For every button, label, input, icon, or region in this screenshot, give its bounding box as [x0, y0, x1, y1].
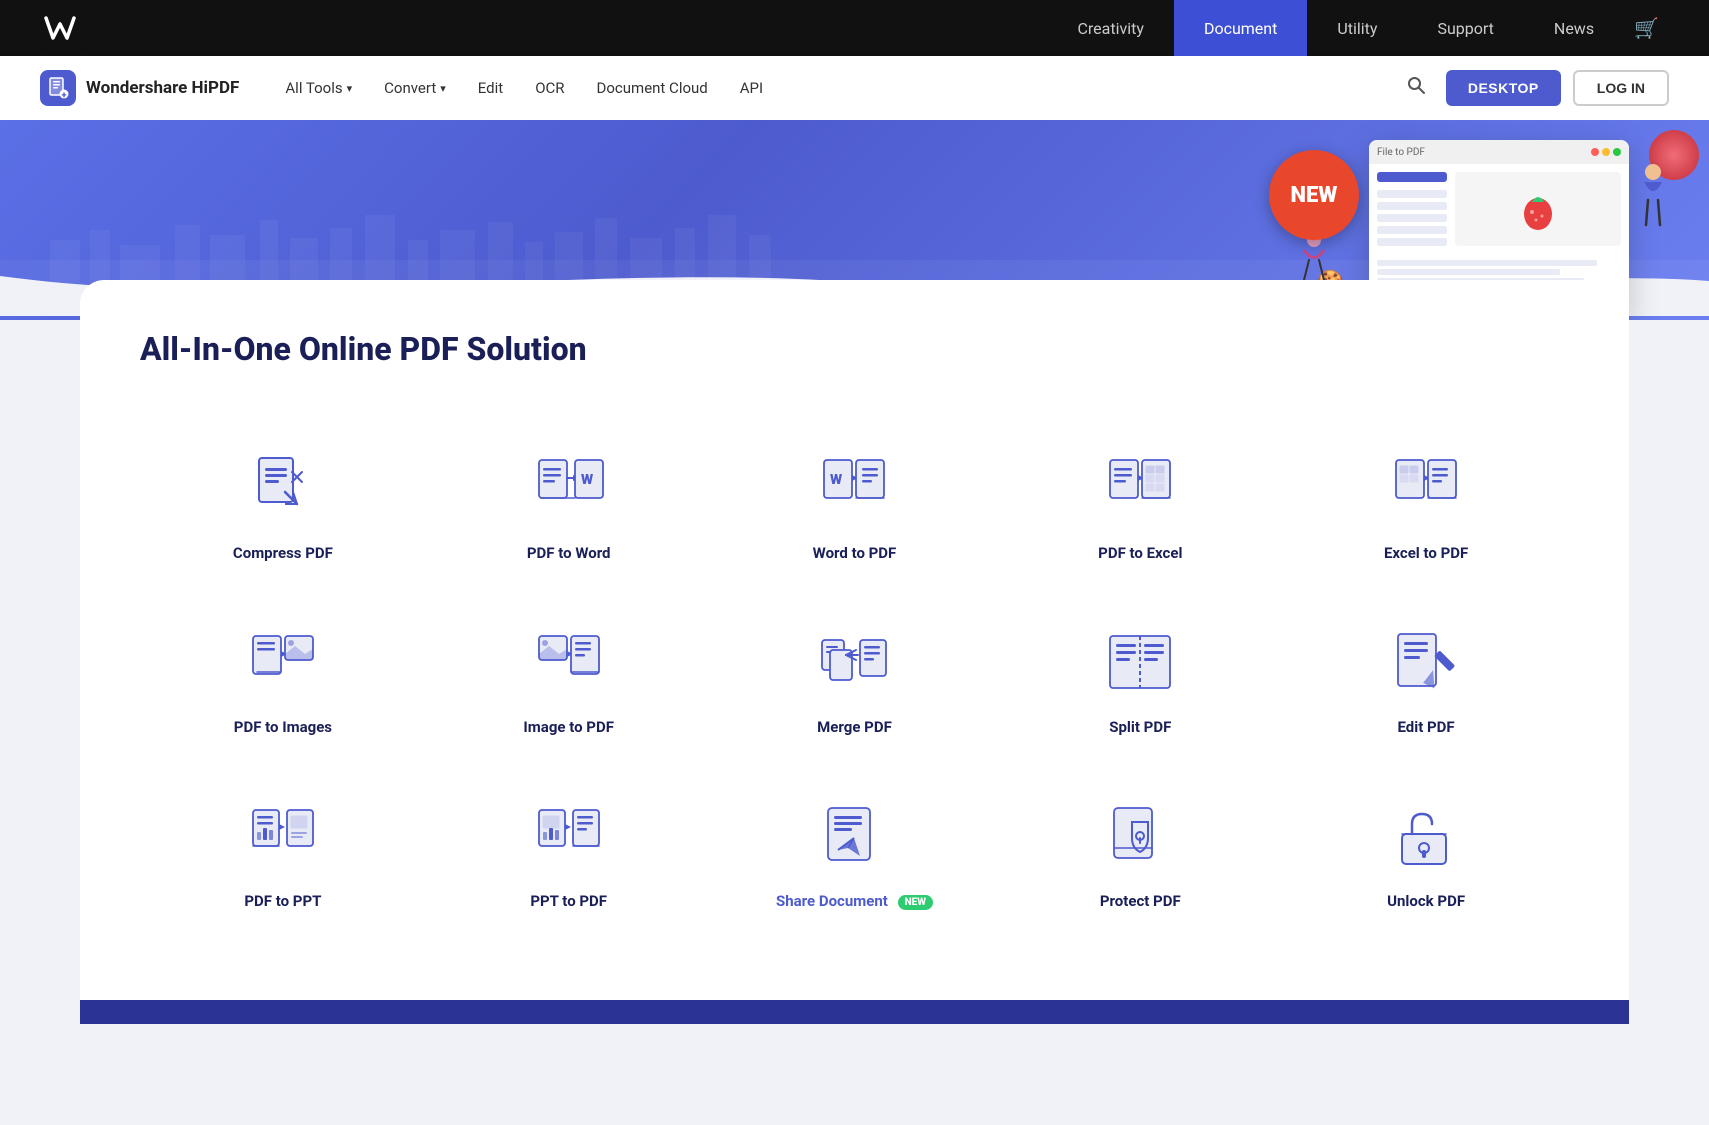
svg-text:+: + [62, 91, 67, 99]
image-to-pdf-label: Image to PDF [523, 718, 614, 736]
tool-pdf-to-word[interactable]: W PDF to Word [426, 418, 712, 592]
nav-document-cloud[interactable]: Document Cloud [581, 56, 724, 120]
nav-document[interactable]: Document [1174, 0, 1307, 56]
tool-word-to-pdf[interactable]: W Word to PDF [712, 418, 998, 592]
secondary-navigation: + Wondershare HiPDF All Tools ▾ Convert … [0, 56, 1709, 120]
pdf-to-word-icon: W [529, 448, 609, 528]
ppt-to-pdf-label: PPT to PDF [530, 892, 607, 910]
tool-unlock-pdf[interactable]: Unlock PDF [1283, 766, 1569, 940]
merge-pdf-label: Merge PDF [817, 718, 892, 736]
unlock-pdf-label: Unlock PDF [1387, 892, 1465, 910]
ppt-to-pdf-icon [529, 796, 609, 876]
tool-ppt-to-pdf[interactable]: PPT to PDF [426, 766, 712, 940]
hipdf-icon: + [40, 70, 76, 106]
pdf-to-excel-icon [1100, 448, 1180, 528]
screenshot-titlebar: File to PDF [1369, 140, 1629, 164]
split-pdf-label: Split PDF [1109, 718, 1171, 736]
cart-icon[interactable]: 🛒 [1624, 16, 1669, 40]
bottom-nav-bar [80, 1000, 1629, 1024]
share-document-new-badge: NEW [898, 895, 933, 910]
nav-creativity[interactable]: Creativity [1047, 0, 1173, 56]
nav-support[interactable]: Support [1407, 0, 1523, 56]
tool-compress-pdf[interactable]: Compress PDF [140, 418, 426, 592]
convert-chevron: ▾ [440, 82, 446, 95]
edit-pdf-icon [1386, 622, 1466, 702]
svg-text:W: W [581, 472, 593, 488]
hipdf-logo[interactable]: + Wondershare HiPDF [40, 70, 239, 106]
edit-pdf-label: Edit PDF [1398, 718, 1455, 736]
nav-news[interactable]: News [1524, 0, 1624, 56]
share-document-label: Share Document NEW [776, 892, 933, 910]
new-badge: NEW [1269, 150, 1359, 240]
nav-utility[interactable]: Utility [1307, 0, 1407, 56]
share-document-icon [814, 796, 894, 876]
tool-protect-pdf[interactable]: Protect PDF [997, 766, 1283, 940]
screenshot-sidebar [1377, 172, 1447, 246]
protect-pdf-icon [1100, 796, 1180, 876]
sec-nav-actions: DESKTOP LOG IN [1398, 70, 1669, 106]
tool-pdf-to-excel[interactable]: PDF to Excel [997, 418, 1283, 592]
nav-ocr[interactable]: OCR [519, 56, 580, 120]
word-to-pdf-label: Word to PDF [813, 544, 897, 562]
split-pdf-icon [1100, 622, 1180, 702]
nav-convert[interactable]: Convert ▾ [368, 56, 462, 120]
tool-excel-to-pdf[interactable]: Excel to PDF [1283, 418, 1569, 592]
pdf-to-ppt-label: PDF to PPT [244, 892, 321, 910]
sec-nav-links: All Tools ▾ Convert ▾ Edit OCR Document … [269, 56, 1397, 120]
tool-image-to-pdf[interactable]: Image to PDF [426, 592, 712, 766]
tool-pdf-to-ppt[interactable]: PDF to PPT [140, 766, 426, 940]
nav-edit[interactable]: Edit [462, 56, 519, 120]
hero-figure-right [1636, 160, 1671, 244]
search-button[interactable] [1398, 71, 1434, 105]
tool-split-pdf[interactable]: Split PDF [997, 592, 1283, 766]
page-title: All-In-One Online PDF Solution [140, 330, 1569, 368]
screenshot-content [1369, 164, 1629, 254]
tool-pdf-to-images[interactable]: PDF to Images [140, 592, 426, 766]
tool-merge-pdf[interactable]: Merge PDF [712, 592, 998, 766]
pdf-to-excel-label: PDF to Excel [1098, 544, 1182, 562]
desktop-button[interactable]: DESKTOP [1446, 70, 1561, 106]
unlock-pdf-icon [1386, 796, 1466, 876]
tools-grid: Compress PDF W PDF to Word [140, 418, 1569, 940]
pdf-to-ppt-icon [243, 796, 323, 876]
merge-pdf-icon [814, 622, 894, 702]
hipdf-brand-label: Wondershare HiPDF [86, 78, 239, 98]
page-footer [0, 1024, 1709, 1044]
all-tools-chevron: ▾ [347, 82, 353, 95]
login-button[interactable]: LOG IN [1573, 70, 1669, 106]
main-content-card: All-In-One Online PDF Solution Compress … [80, 280, 1629, 1000]
excel-to-pdf-label: Excel to PDF [1384, 544, 1468, 562]
word-to-pdf-icon: W [814, 448, 894, 528]
wondershare-logo[interactable] [40, 6, 84, 50]
compress-pdf-icon [243, 448, 323, 528]
nav-api[interactable]: API [724, 56, 779, 120]
pdf-to-word-label: PDF to Word [527, 544, 611, 562]
pdf-to-images-label: PDF to Images [234, 718, 332, 736]
nav-all-tools[interactable]: All Tools ▾ [269, 56, 368, 120]
top-nav-links: Creativity Document Utility Support News… [1047, 0, 1669, 56]
compress-pdf-label: Compress PDF [233, 544, 333, 562]
screenshot-main [1455, 172, 1621, 246]
svg-text:W: W [830, 472, 842, 488]
top-navigation: Creativity Document Utility Support News… [0, 0, 1709, 56]
tool-share-document[interactable]: Share Document NEW [712, 766, 998, 940]
tool-edit-pdf[interactable]: Edit PDF [1283, 592, 1569, 766]
pdf-to-images-icon [243, 622, 323, 702]
image-to-pdf-icon [529, 622, 609, 702]
excel-to-pdf-icon [1386, 448, 1466, 528]
protect-pdf-label: Protect PDF [1100, 892, 1181, 910]
